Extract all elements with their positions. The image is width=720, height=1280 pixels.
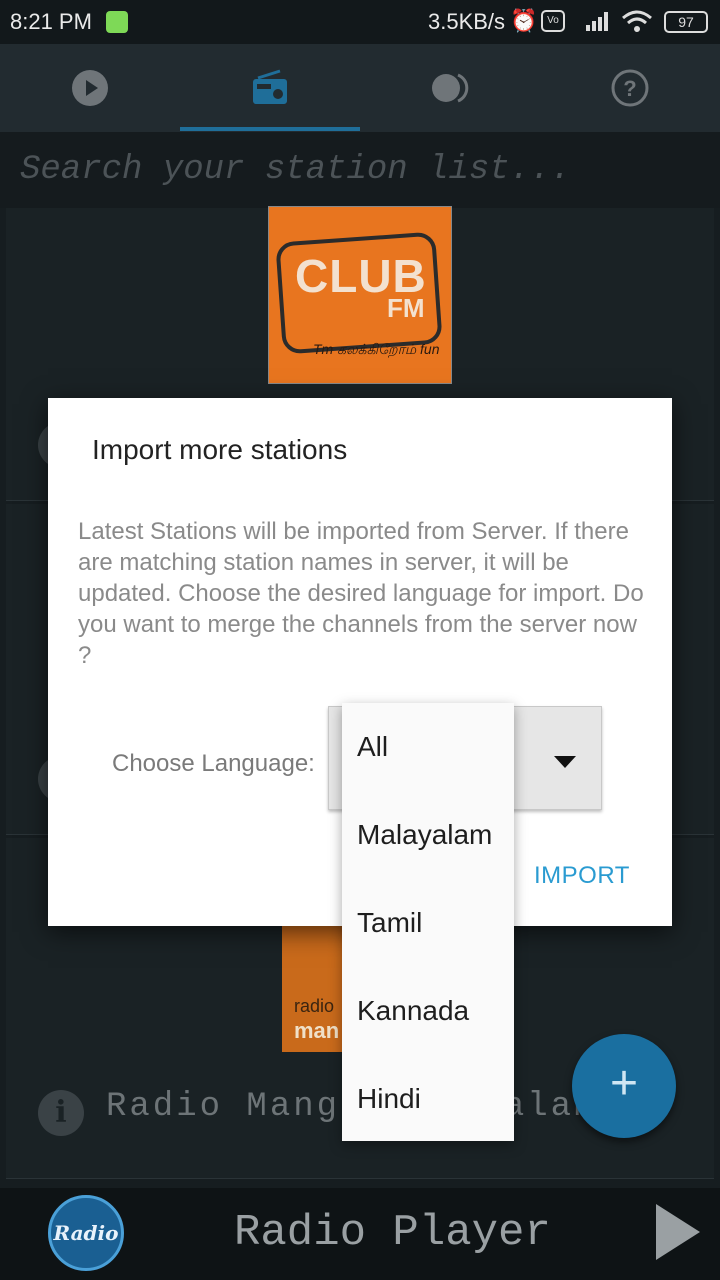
logo-text: radio (294, 996, 335, 1016)
play-icon[interactable] (656, 1204, 700, 1260)
import-button[interactable]: IMPORT (534, 862, 630, 890)
help-circle-icon: ? (611, 69, 649, 107)
play-circle-icon (72, 70, 108, 106)
info-icon[interactable]: i (38, 1090, 84, 1136)
radio-mango-logo: radio man (282, 926, 342, 1052)
alarm-icon: ⏰ (510, 8, 538, 33)
status-bar: 8:21 PM 3.5KB/s ⏰ Vo 97 (0, 0, 720, 44)
radio-icon (253, 69, 287, 104)
tab-bar: ? (0, 44, 720, 132)
tab-help[interactable]: ? (540, 44, 720, 132)
club-fm-logo: CLUB FM Tm கலக்கிறோம் fun (268, 206, 452, 384)
battery-icon: 97 (664, 11, 708, 33)
network-speed: 3.5KB/s (428, 9, 506, 34)
tab-radio[interactable] (180, 44, 360, 132)
language-option-all[interactable]: All (342, 703, 514, 791)
status-time: 8:21 PM (10, 9, 92, 34)
language-dropdown: All Malayalam Tamil Kannada Hindi (342, 703, 514, 1141)
logo-text: man (294, 1018, 340, 1043)
signal-icon (576, 9, 614, 33)
svg-text:?: ? (623, 76, 636, 101)
language-option-kannada[interactable]: Kannada (342, 967, 514, 1055)
player-title: Radio Player (234, 1208, 551, 1258)
logo-tagline: Tm கலக்கிறோம் fun (313, 341, 440, 357)
dropdown-arrow-icon[interactable] (554, 756, 576, 768)
volte-icon: Vo (541, 10, 565, 32)
logo-text: FM (387, 293, 425, 323)
tab-active-indicator (180, 127, 360, 131)
wifi-icon (620, 8, 654, 34)
radio-logo-avatar[interactable]: Radio (48, 1195, 124, 1271)
android-notification-icon (106, 11, 128, 33)
language-label: Choose Language: (112, 750, 315, 777)
language-option-tamil[interactable]: Tamil (342, 879, 514, 967)
dialog-title: Import more stations (92, 434, 348, 465)
language-option-malayalam[interactable]: Malayalam (342, 791, 514, 879)
tab-theme[interactable] (360, 44, 540, 132)
dialog-message: Latest Stations will be imported from Se… (78, 518, 644, 669)
tab-play[interactable] (0, 44, 180, 132)
toggle-icon (432, 73, 469, 103)
language-option-hindi[interactable]: Hindi (342, 1055, 514, 1143)
add-station-button[interactable]: + (572, 1034, 676, 1138)
search-input[interactable]: Search your station list... (0, 132, 720, 208)
